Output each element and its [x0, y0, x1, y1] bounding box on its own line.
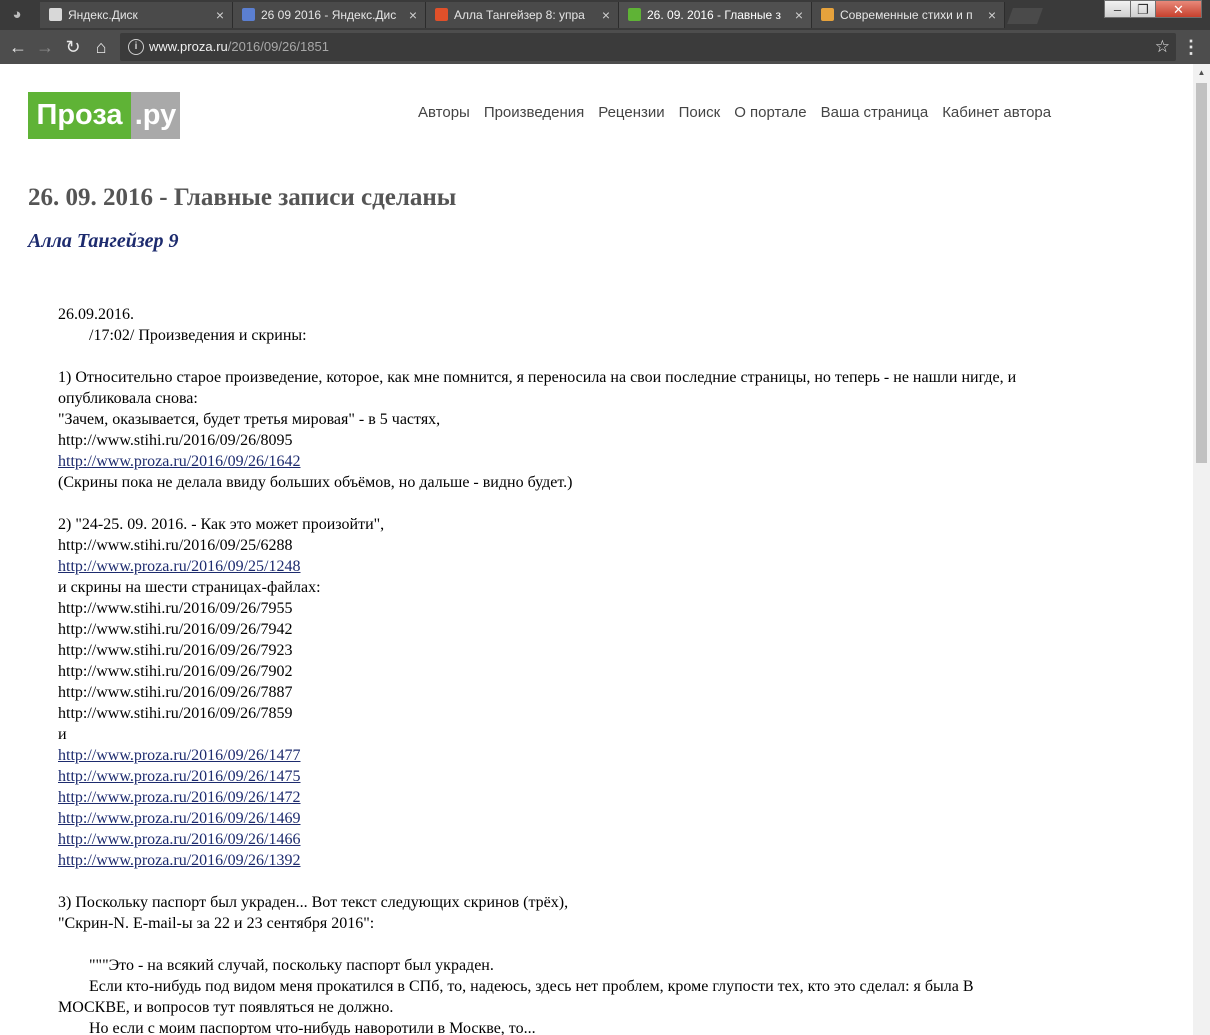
article-line: http://www.stihi.ru/2016/09/26/8095	[58, 432, 293, 449]
article-link[interactable]: http://www.proza.ru/2016/09/26/1469	[58, 810, 301, 827]
incognito-icon: ◕	[12, 6, 22, 23]
tab-title: 26 09 2016 - Яндекс.Дис	[261, 8, 397, 22]
minimize-button[interactable]: –	[1104, 0, 1131, 18]
article-line: 1) Относительно старое произведение, кот…	[58, 369, 1017, 407]
article-line: и скрины на шести страницах-файлах:	[58, 579, 321, 596]
page-title: 26. 09. 2016 - Главные записи сделаны	[28, 184, 457, 211]
new-tab-button[interactable]	[1007, 8, 1043, 24]
logo-text-domain: .ру	[131, 92, 180, 139]
close-window-button[interactable]: ✕	[1155, 0, 1202, 18]
article-line: и	[58, 726, 67, 743]
article-line: http://www.stihi.ru/2016/09/26/7942	[58, 621, 293, 638]
site-navigation: Авторы Произведения Рецензии Поиск О пор…	[418, 104, 1051, 128]
tab-strip: ◕ Яндекс.Диск × 26 09 2016 - Яндекс.Дис × Ал…	[0, 0, 1210, 30]
article-line: """Это - на всякий случай, поскольку пас…	[89, 957, 494, 974]
url-host: www.proza.ru	[149, 39, 228, 54]
article-link-line: http://www.proza.ru/2016/09/26/1392	[58, 850, 1048, 871]
tab-favicon-icon	[821, 8, 834, 21]
bookmark-star-icon[interactable]: ☆	[1155, 33, 1170, 61]
author-link[interactable]: Алла Тангейзер 9	[28, 230, 179, 253]
browser-toolbar: ← → ↻ ⌂ i www.proza.ru/2016/09/26/1851 ☆…	[0, 30, 1210, 64]
tab-close-icon[interactable]: ×	[988, 2, 996, 28]
url-path: /2016/09/26/1851	[227, 39, 329, 54]
nav-reviews[interactable]: Рецензии	[598, 104, 664, 128]
article-link-line: http://www.proza.ru/2016/09/26/1466	[58, 829, 1048, 850]
article-line: http://www.stihi.ru/2016/09/26/7955	[58, 600, 293, 617]
article-link-line: http://www.proza.ru/2016/09/26/1642	[58, 451, 1048, 472]
browser-tab[interactable]: Яндекс.Диск ×	[40, 2, 233, 28]
browser-tab[interactable]: Современные стихи и п ×	[812, 2, 1005, 28]
nav-search[interactable]: Поиск	[679, 104, 721, 128]
article-line: http://www.stihi.ru/2016/09/26/7902	[58, 663, 293, 680]
page-viewport: Проза .ру Авторы Произведения Рецензии П…	[0, 64, 1210, 1035]
tab-title: Современные стихи и п	[840, 8, 973, 22]
logo-text-main: Проза	[28, 92, 131, 139]
reload-button[interactable]: ↻	[61, 35, 85, 59]
tab-favicon-icon	[435, 8, 448, 21]
article-line: 3) Поскольку паспорт был украден... Вот …	[58, 894, 569, 911]
scroll-up-arrow-icon[interactable]: ▲	[1193, 64, 1210, 81]
scrollbar-thumb[interactable]	[1196, 83, 1207, 463]
tab-title: 26. 09. 2016 - Главные з	[647, 8, 782, 22]
article-line: Но если с моим паспортом что-нибудь наво…	[89, 1020, 536, 1035]
article-line: http://www.stihi.ru/2016/09/25/6288	[58, 537, 293, 554]
back-button[interactable]: ←	[6, 35, 30, 59]
article-text: 26.09.2016. /17:02/ Произведения и скрины…	[58, 304, 1048, 1035]
nav-works[interactable]: Произведения	[484, 104, 584, 128]
nav-about[interactable]: О портале	[734, 104, 806, 128]
tab-title: Алла Тангейзер 8: упра	[454, 8, 585, 22]
article-link[interactable]: http://www.proza.ru/2016/09/26/1472	[58, 789, 301, 806]
article-line: 26.09.2016.	[58, 306, 134, 323]
maximize-button[interactable]: ❐	[1130, 0, 1156, 18]
nav-author-cabinet[interactable]: Кабинет автора	[942, 104, 1051, 128]
article-link-line: http://www.proza.ru/2016/09/26/1469	[58, 808, 1048, 829]
article-link[interactable]: http://www.proza.ru/2016/09/26/1466	[58, 831, 301, 848]
article-line: http://www.stihi.ru/2016/09/26/7859	[58, 705, 293, 722]
article-link[interactable]: http://www.proza.ru/2016/09/26/1642	[58, 453, 301, 470]
browser-menu-icon[interactable]: ⋮	[1182, 35, 1200, 59]
site-logo[interactable]: Проза .ру	[28, 92, 180, 139]
article-line: 2) "24-25. 09. 2016. - Как это может про…	[58, 516, 385, 533]
article-link-line: http://www.proza.ru/2016/09/25/1248	[58, 556, 1048, 577]
nav-authors[interactable]: Авторы	[418, 104, 470, 128]
article-link[interactable]: http://www.proza.ru/2016/09/26/1475	[58, 768, 301, 785]
browser-tab[interactable]: 26 09 2016 - Яндекс.Дис ×	[233, 2, 426, 28]
forward-button[interactable]: →	[33, 35, 57, 59]
article-link-line: http://www.proza.ru/2016/09/26/1475	[58, 766, 1048, 787]
article-link-line: http://www.proza.ru/2016/09/26/1472	[58, 787, 1048, 808]
article-line: (Скрины пока не делала ввиду больших объ…	[58, 474, 573, 491]
article-link[interactable]: http://www.proza.ru/2016/09/26/1392	[58, 852, 301, 869]
tab-favicon-icon	[242, 8, 255, 21]
article-line: "Зачем, оказывается, будет третья мирова…	[58, 411, 441, 428]
article-link-line: http://www.proza.ru/2016/09/26/1477	[58, 745, 1048, 766]
info-icon[interactable]: i	[128, 39, 144, 55]
article-link[interactable]: http://www.proza.ru/2016/09/26/1477	[58, 747, 301, 764]
home-button[interactable]: ⌂	[89, 35, 113, 59]
tab-favicon-icon	[628, 8, 641, 21]
article-link[interactable]: http://www.proza.ru/2016/09/25/1248	[58, 558, 301, 575]
tab-close-icon[interactable]: ×	[795, 2, 803, 28]
article-line: http://www.stihi.ru/2016/09/26/7923	[58, 642, 293, 659]
tab-close-icon[interactable]: ×	[602, 2, 610, 28]
article-line: Если кто-нибудь под видом меня прокатилс…	[58, 978, 974, 1016]
article-line: http://www.stihi.ru/2016/09/26/7887	[58, 684, 293, 701]
address-bar[interactable]: i www.proza.ru/2016/09/26/1851 ☆	[120, 33, 1176, 61]
article-line: /17:02/ Произведения и скрины:	[89, 327, 307, 344]
browser-tab[interactable]: 26. 09. 2016 - Главные з ×	[619, 2, 812, 28]
browser-tab[interactable]: Алла Тангейзер 8: упра ×	[426, 2, 619, 28]
tab-title: Яндекс.Диск	[68, 8, 138, 22]
tab-close-icon[interactable]: ×	[216, 2, 224, 28]
article-line: "Скрин-N. E-mail-ы за 22 и 23 сентября 2…	[58, 915, 375, 932]
url-text[interactable]: www.proza.ru/2016/09/26/1851	[149, 33, 329, 61]
tab-close-icon[interactable]: ×	[409, 2, 417, 28]
tab-favicon-icon	[49, 8, 62, 21]
nav-your-page[interactable]: Ваша страница	[821, 104, 929, 128]
vertical-scrollbar[interactable]: ▲	[1193, 64, 1210, 1035]
